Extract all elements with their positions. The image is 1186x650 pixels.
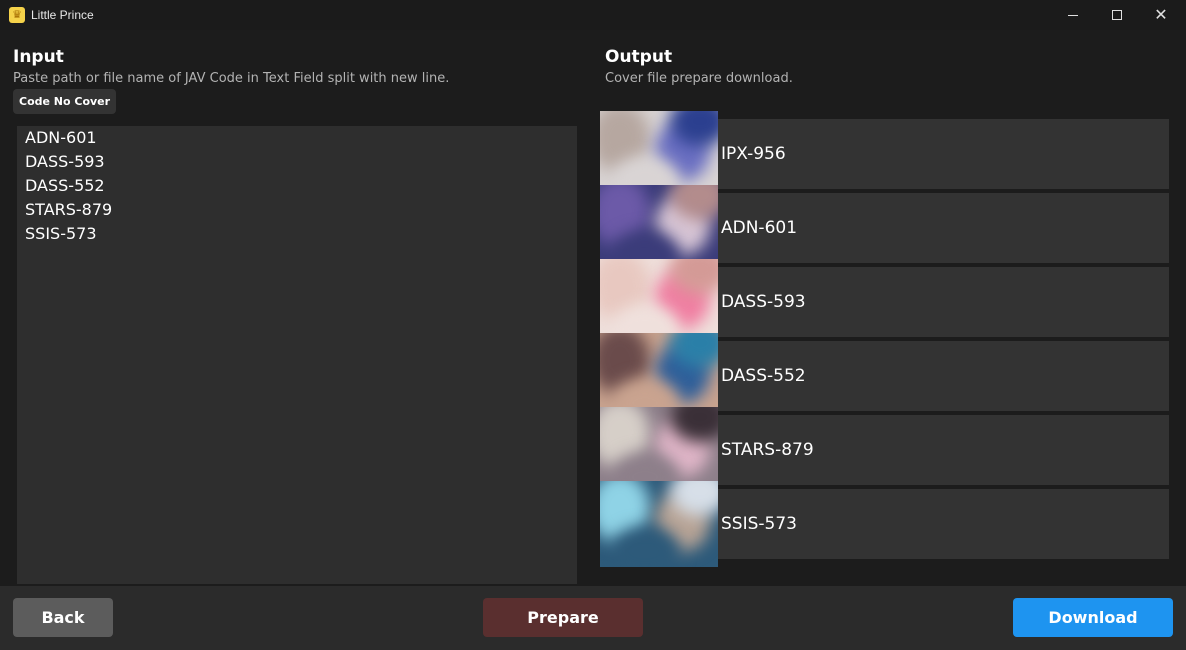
output-item[interactable]: DASS-552 (600, 333, 1174, 419)
minimize-icon (1068, 14, 1078, 16)
input-subtitle: Paste path or file name of JAV Code in T… (13, 71, 450, 86)
code-text-field[interactable]: ADN-601 DASS-593 DASS-552 STARS-879 SSIS-573 (17, 126, 577, 584)
cover-thumbnail (600, 481, 718, 567)
code-no-cover-badge[interactable]: Code No Cover (13, 89, 117, 114)
window-title: Little Prince (31, 8, 94, 22)
close-button[interactable]: ✕ (1139, 0, 1183, 30)
output-item[interactable]: STARS-879 (600, 407, 1174, 493)
close-icon: ✕ (1154, 5, 1168, 24)
input-line: SSIS-573 (25, 224, 97, 243)
output-item-code: SSIS-573 (721, 514, 797, 534)
title-bar: ♛ Little Prince ✕ (0, 0, 1186, 30)
download-button[interactable]: Download (1013, 598, 1173, 637)
output-list[interactable]: IPX-956 ADN-601 DASS-593 DASS-552 STARS-879 S… (600, 111, 1174, 567)
output-item[interactable]: DASS-593 (600, 259, 1174, 345)
back-button[interactable]: Back (13, 598, 113, 637)
bottom-bar: Back Prepare Download (0, 586, 1186, 650)
output-item[interactable]: IPX-956 (600, 111, 1174, 197)
output-subtitle: Cover file prepare download. (605, 71, 793, 86)
input-line: STARS-879 (25, 200, 113, 219)
maximize-button[interactable] (1095, 0, 1139, 30)
minimize-button[interactable] (1051, 0, 1095, 30)
crown-icon: ♛ (9, 7, 25, 23)
output-item[interactable]: SSIS-573 (600, 481, 1174, 567)
input-line: DASS-593 (25, 152, 105, 171)
output-title: Output (605, 47, 673, 67)
input-line: ADN-601 (25, 128, 97, 147)
prepare-button[interactable]: Prepare (483, 598, 643, 637)
input-lines: ADN-601 DASS-593 DASS-552 STARS-879 SSIS-573 (25, 126, 569, 246)
input-line: DASS-552 (25, 176, 105, 195)
maximize-icon (1112, 10, 1122, 20)
output-item[interactable]: ADN-601 (600, 185, 1174, 271)
input-title: Input (13, 47, 64, 67)
